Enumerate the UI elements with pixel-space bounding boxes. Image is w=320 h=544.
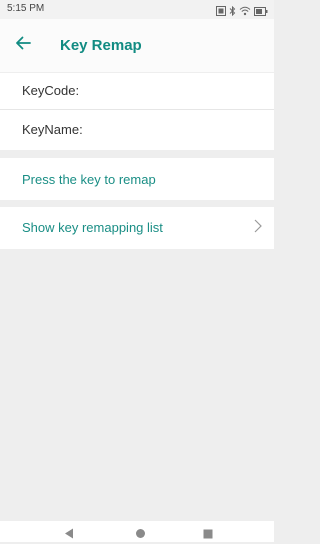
keyname-label: KeyName: — [22, 122, 83, 137]
navigation-bar — [0, 521, 274, 542]
press-key-label: Press the key to remap — [22, 172, 156, 187]
back-triangle-icon[interactable] — [64, 526, 74, 544]
keycode-row: KeyCode: — [0, 73, 274, 109]
show-remapping-list-row[interactable]: Show key remapping list — [0, 207, 274, 249]
status-time: 5:15 PM — [7, 3, 45, 14]
press-key-row[interactable]: Press the key to remap — [0, 158, 274, 200]
page-title: Key Remap — [60, 37, 142, 54]
arrow-left-icon — [15, 36, 31, 55]
home-circle-icon[interactable] — [135, 526, 146, 544]
keyname-row: KeyName: — [0, 110, 274, 150]
status-bar: 5:15 PM — [0, 0, 274, 19]
back-button[interactable] — [11, 33, 35, 57]
show-remapping-list-label: Show key remapping list — [22, 220, 163, 235]
app-bar: Key Remap — [0, 19, 274, 72]
chevron-right-icon — [254, 219, 262, 238]
recents-square-icon[interactable] — [203, 526, 213, 544]
keycode-label: KeyCode: — [22, 83, 80, 98]
